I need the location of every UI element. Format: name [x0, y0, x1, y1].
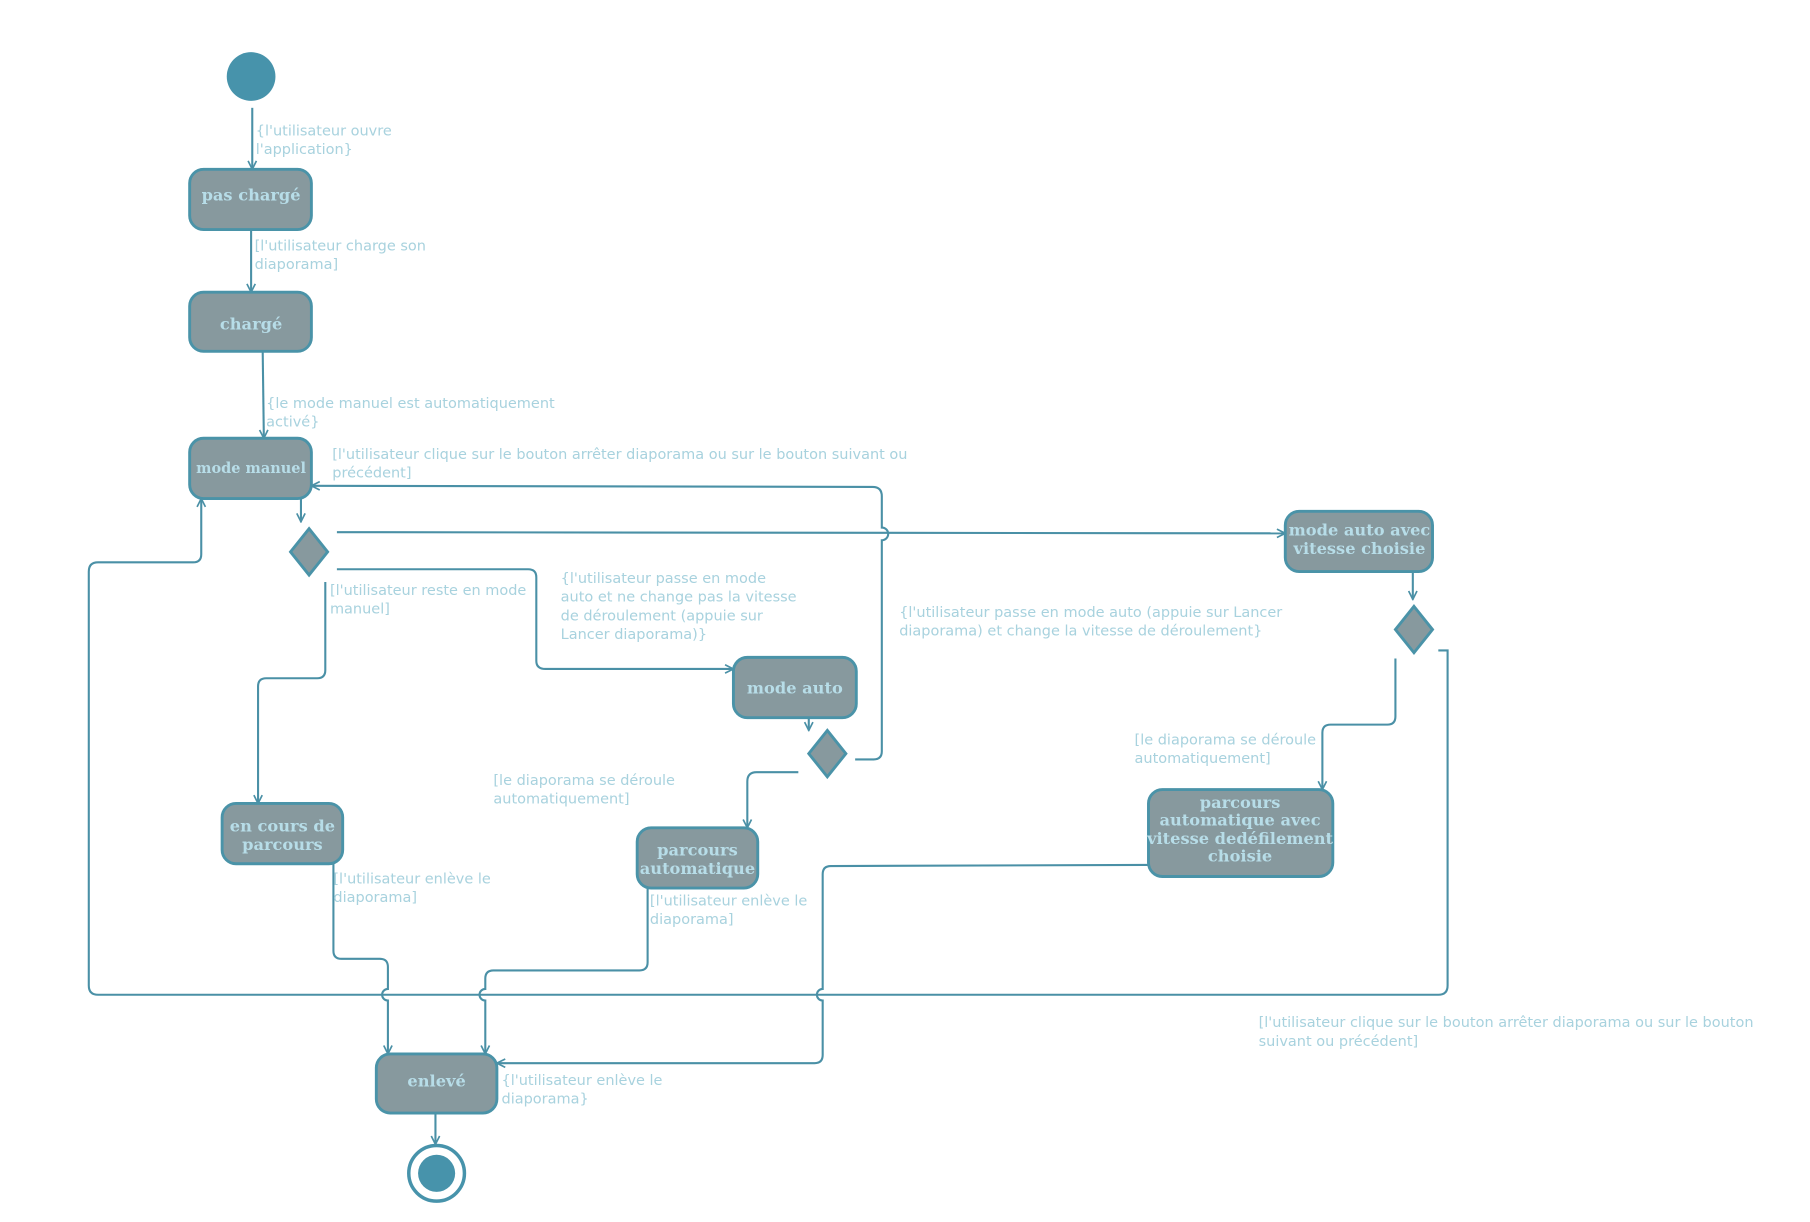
state-label: vitesse choisie: [1293, 539, 1426, 558]
state-label: mode auto: [747, 678, 843, 697]
state-label: automatique: [640, 859, 755, 878]
edge-decision-mode-auto-vitesse: [336, 532, 1285, 533]
state-label: parcours: [657, 841, 738, 860]
guard-label: [l'utilisateur clique sur le bouton arrê…: [332, 447, 907, 482]
state-label: chargé: [220, 314, 282, 333]
guard-label: [l'utilisateur enlève le diaporama]: [650, 893, 807, 928]
state-pas-charge: pas chargé: [188, 167, 313, 232]
guard-label: [l'utilisateur clique sur le bouton arrê…: [1259, 1015, 1754, 1050]
state-en-cours-de-parcours: en cours de parcours: [220, 802, 345, 866]
guard-labels: {l'utilisateur ouvre l'application} [l'ut…: [255, 124, 1754, 1108]
state-label: vitesse dedéfilement: [1146, 829, 1333, 848]
final-node: [407, 1143, 467, 1203]
state-label: pas chargé: [202, 186, 301, 205]
edge-charge-mode-manuel: [263, 351, 264, 438]
state-label: enlevé: [407, 1071, 465, 1090]
activity-diagram: pas chargé chargé mode manuel mode auto …: [87, 52, 1754, 1203]
guard-label: {l'utilisateur passe en mode auto (appui…: [899, 605, 1282, 640]
edge-decision-parcours-auto: [747, 771, 799, 828]
state-mode-auto: mode auto: [731, 655, 858, 720]
edge-decision-en-cours: [258, 582, 327, 803]
guard-label: [l'utilisateur enlève le diaporama]: [333, 871, 490, 906]
guard-label: [l'utilisateur charge son diaporama]: [255, 238, 426, 273]
state-label: parcours: [242, 835, 323, 854]
guard-label: [le diaporama se déroule automatiquement]: [493, 773, 675, 808]
initial-node: [226, 52, 276, 101]
state-label: mode manuel: [196, 460, 306, 477]
guard-label: [le diaporama se déroule automatiquement]: [1135, 732, 1317, 767]
state-mode-auto-vitesse: mode auto avec vitesse choisie: [1283, 509, 1434, 574]
guard-label: {le mode manuel est automatiquement activ…: [266, 396, 555, 431]
state-label: en cours de: [230, 816, 335, 835]
guard-label: {l'utilisateur enlève le diaporama}: [502, 1073, 663, 1108]
state-charge: chargé: [188, 290, 313, 353]
state-label: automatique avec: [1159, 810, 1320, 829]
state-label: parcours: [1200, 793, 1281, 812]
state-mode-manuel: mode manuel: [188, 436, 313, 500]
decision-node-vitesse: [1393, 604, 1435, 656]
state-label: choisie: [1208, 846, 1272, 865]
guard-label: [l'utilisateur reste en mode manuel]: [330, 583, 526, 618]
state-parcours-automatique: parcours automatique: [635, 826, 760, 890]
guard-label: {l'utilisateur ouvre l'application}: [256, 124, 392, 159]
edge-decision-parcours-vitesse: [1322, 658, 1397, 790]
decision-node-manuel: [288, 526, 330, 578]
decision-node-auto: [806, 728, 848, 780]
state-enleve: enlevé: [374, 1052, 499, 1115]
edge-parcours-auto-enleve: [478, 888, 649, 1054]
state-label: mode auto avec: [1289, 521, 1431, 540]
state-parcours-vitesse: parcours automatique avec vitesse dedéfi…: [1146, 788, 1335, 878]
edge-parcours-vitesse-enleve: [497, 863, 1149, 1063]
guard-label: {l'utilisateur passe en mode auto et ne c…: [561, 571, 797, 643]
